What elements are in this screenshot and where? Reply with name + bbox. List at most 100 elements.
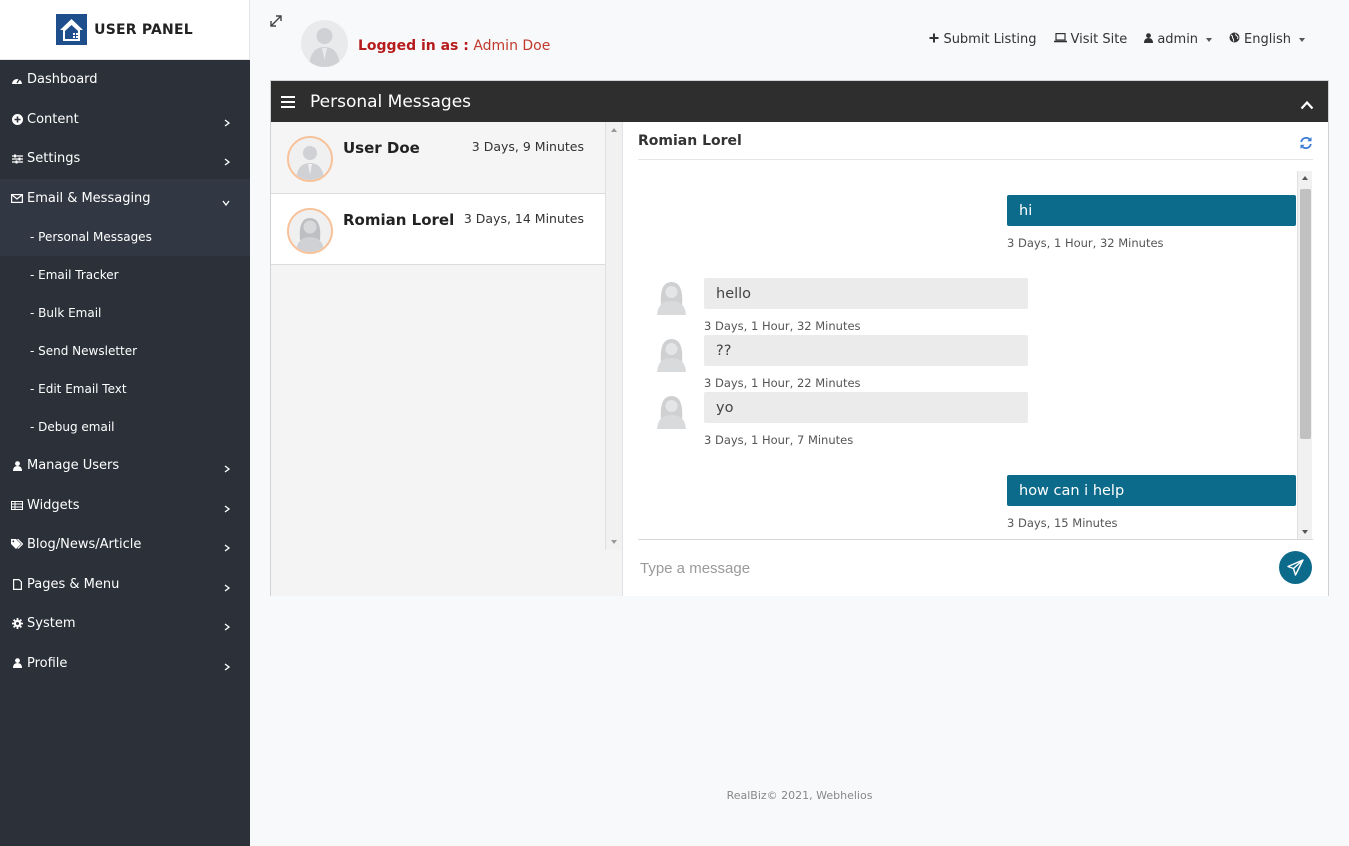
message-time: 3 Days, 15 Minutes xyxy=(1007,516,1118,530)
message-bubble: ?? xyxy=(704,335,1028,366)
admin-dropdown[interactable]: admin xyxy=(1144,32,1213,47)
logged-in-user: Admin Doe xyxy=(473,38,551,54)
sidebar-nav: Dashboard Content Settings Email & Messa… xyxy=(0,60,250,218)
email-submenu: - Personal Messages - Email Tracker - Bu… xyxy=(0,218,250,446)
plus-icon xyxy=(929,32,939,47)
visit-site-link[interactable]: Visit Site xyxy=(1053,32,1127,47)
cog-icon xyxy=(10,618,24,630)
sidebar-item-dashboard[interactable]: Dashboard xyxy=(0,60,250,100)
sidebar-subitem-bulk-email[interactable]: - Bulk Email xyxy=(0,294,250,332)
message-input[interactable] xyxy=(638,540,1258,596)
scroll-up-icon[interactable] xyxy=(611,128,617,132)
brand[interactable]: USER PANEL xyxy=(0,0,250,60)
chat-header: Romian Lorel xyxy=(638,122,1313,160)
footer: RealBiz© 2021, Webhelios xyxy=(726,789,873,802)
message-time: 3 Days, 1 Hour, 32 Minutes xyxy=(704,319,861,333)
sidebar-item-email-messaging[interactable]: Email & Messaging xyxy=(0,178,250,218)
message-list-scrollbar[interactable] xyxy=(1297,171,1312,539)
contact-name: User Doe xyxy=(343,139,420,157)
sidebar-item-label: Widgets xyxy=(27,497,80,513)
sidebar: USER PANEL Dashboard Content Settings Em… xyxy=(0,0,250,846)
sidebar-item-profile[interactable]: Profile xyxy=(0,644,250,684)
laptop-icon xyxy=(1053,32,1067,47)
scroll-down-icon[interactable] xyxy=(611,540,617,544)
sidebar-item-blog[interactable]: Blog/News/Article xyxy=(0,525,250,565)
sidebar-item-manage-users[interactable]: Manage Users xyxy=(0,446,250,486)
avatar xyxy=(653,335,690,372)
sidebar-item-label: Settings xyxy=(27,151,81,167)
envelope-icon xyxy=(10,193,24,203)
chevron-right-icon xyxy=(224,581,231,596)
sidebar-item-label: Dashboard xyxy=(27,72,98,88)
sidebar-item-content[interactable]: Content xyxy=(0,100,250,140)
message-list: hi 3 Days, 1 Hour, 32 Minutes hello 3 Da… xyxy=(638,171,1313,539)
chat-panel: Romian Lorel hi 3 Days, 1 Hour, 32 Minut… xyxy=(623,122,1328,596)
refresh-icon[interactable] xyxy=(1299,135,1313,149)
sidebar-item-widgets[interactable]: Widgets xyxy=(0,486,250,526)
plus-circle-icon xyxy=(10,113,24,125)
chevron-right-icon xyxy=(224,462,231,477)
message-bubble: how can i help xyxy=(1007,475,1296,506)
tags-icon xyxy=(10,539,24,550)
sidebar-subitem-edit-email-text[interactable]: - Edit Email Text xyxy=(0,370,250,408)
paper-plane-icon xyxy=(1287,559,1304,576)
sliders-icon xyxy=(10,154,24,164)
contact-list-inner: User Doe 3 Days, 9 Minutes Romian Lorel … xyxy=(271,122,606,596)
scroll-down-icon[interactable] xyxy=(1302,530,1308,534)
sidebar-item-settings[interactable]: Settings xyxy=(0,139,250,179)
submit-listing-link[interactable]: Submit Listing xyxy=(929,32,1037,47)
caret-down-icon xyxy=(1299,37,1305,42)
logged-in-prefix: Logged in as : xyxy=(358,38,469,54)
menu-icon[interactable] xyxy=(281,95,295,108)
caret-down-icon xyxy=(1206,37,1213,42)
user-icon xyxy=(10,460,24,471)
chevron-right-icon xyxy=(224,541,231,556)
sidebar-item-label: Profile xyxy=(27,655,68,671)
sidebar-subitem-send-newsletter[interactable]: - Send Newsletter xyxy=(0,332,250,370)
card-header: Personal Messages xyxy=(271,81,1328,122)
message-outgoing: how can i help 3 Days, 15 Minutes xyxy=(1007,475,1296,530)
language-dropdown[interactable]: English xyxy=(1229,32,1305,47)
contact-list-scrollbar[interactable] xyxy=(605,122,622,550)
sidebar-item-label: Manage Users xyxy=(27,458,120,474)
sidebar-item-pages-menu[interactable]: Pages & Menu xyxy=(0,565,250,605)
send-button[interactable] xyxy=(1279,551,1312,584)
personal-messages-card: Personal Messages User Doe 3 Days, 9 Min… xyxy=(270,80,1329,596)
message-time: 3 Days, 1 Hour, 7 Minutes xyxy=(704,433,854,447)
user-icon xyxy=(1144,32,1154,47)
expand-icon[interactable] xyxy=(269,13,283,27)
chevron-right-icon xyxy=(224,660,231,675)
sidebar-subitem-email-tracker[interactable]: - Email Tracker xyxy=(0,256,250,294)
sidebar-subitem-debug-email[interactable]: - Debug email xyxy=(0,408,250,446)
sidebar-item-label: Pages & Menu xyxy=(27,576,120,592)
chevron-up-icon[interactable] xyxy=(1300,95,1314,110)
chevron-right-icon xyxy=(224,116,231,131)
contact-list: User Doe 3 Days, 9 Minutes Romian Lorel … xyxy=(271,122,623,596)
file-icon xyxy=(10,578,24,590)
message-composer xyxy=(638,539,1313,596)
avatar xyxy=(653,392,690,429)
home-logo-icon xyxy=(56,14,88,45)
sidebar-subitem-personal-messages[interactable]: - Personal Messages xyxy=(0,218,250,256)
avatar xyxy=(301,20,348,67)
contact-item[interactable]: User Doe 3 Days, 9 Minutes xyxy=(271,122,606,194)
brand-title: USER PANEL xyxy=(94,21,193,38)
topbar: Logged in as : Admin Doe Submit Listing … xyxy=(250,0,1349,80)
sidebar-item-system[interactable]: System xyxy=(0,604,250,644)
contact-name: Romian Lorel xyxy=(343,210,455,229)
scroll-up-icon[interactable] xyxy=(1302,176,1308,180)
chevron-right-icon xyxy=(224,502,231,517)
avatar xyxy=(653,278,690,315)
message-bubble: hi xyxy=(1007,195,1296,226)
chevron-down-icon xyxy=(222,195,230,210)
user-icon xyxy=(10,658,24,669)
chevron-right-icon xyxy=(224,155,231,170)
contact-item[interactable]: Romian Lorel 3 Days, 14 Minutes xyxy=(271,193,606,265)
globe-icon xyxy=(1229,32,1240,47)
avatar xyxy=(287,207,333,254)
admin-label: admin xyxy=(1157,32,1199,47)
sidebar-item-label: System xyxy=(27,616,76,632)
submit-listing-label: Submit Listing xyxy=(943,32,1037,47)
message-time: 3 Days, 1 Hour, 32 Minutes xyxy=(1007,236,1164,250)
scrollbar-thumb[interactable] xyxy=(1300,189,1311,439)
